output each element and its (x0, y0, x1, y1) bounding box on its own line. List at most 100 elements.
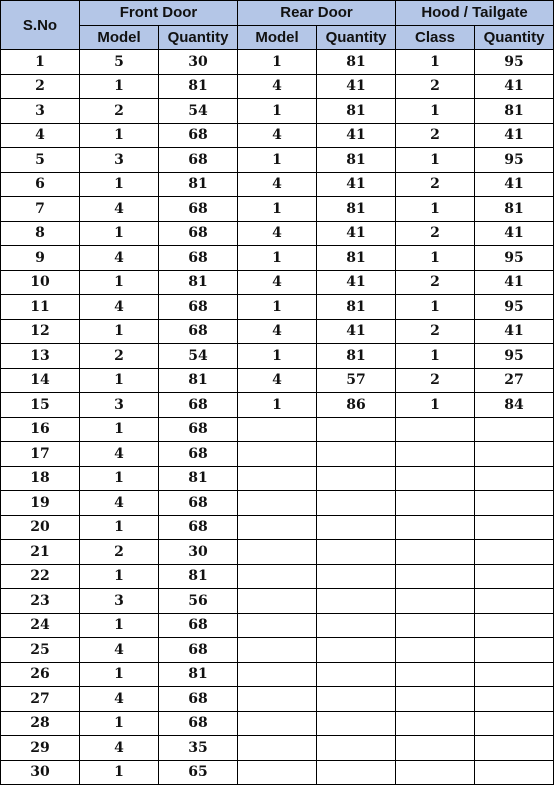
cell-rear-model: 1 (237, 49, 318, 75)
cell-hood-quantity (474, 686, 555, 712)
cell-hood-class (395, 612, 476, 638)
cell-hood-quantity: 81 (474, 196, 555, 222)
table-row: 10 1 81 4 41 2 41 (0, 269, 555, 295)
cell-rear-model: 4 (237, 73, 318, 99)
cell-front-quantity: 81 (157, 563, 239, 589)
cell-hood-class: 1 (395, 343, 476, 369)
cell-hood-quantity: 95 (474, 294, 555, 320)
cell-front-model: 1 (79, 416, 159, 442)
cell-hood-class: 2 (395, 171, 476, 197)
cell-sno: 14 (0, 367, 80, 393)
cell-sno: 25 (0, 637, 80, 663)
cell-rear-quantity (316, 637, 397, 663)
table-row: 20 1 68 (0, 514, 555, 540)
cell-sno: 19 (0, 490, 80, 516)
cell-front-quantity: 68 (157, 490, 239, 516)
cell-front-model: 1 (79, 759, 159, 785)
cell-front-model: 4 (79, 686, 159, 712)
table-row: 29 4 35 (0, 735, 555, 761)
cell-rear-quantity: 41 (316, 122, 397, 148)
header-row-groups: S.No Front Door Rear Door Hood / Tailgat… (0, 0, 555, 50)
cell-hood-class: 1 (395, 294, 476, 320)
table-row: 23 3 56 (0, 588, 555, 614)
cell-rear-quantity: 41 (316, 269, 397, 295)
cell-hood-quantity (474, 465, 555, 491)
cell-hood-class (395, 759, 476, 785)
cell-rear-quantity: 41 (316, 73, 397, 99)
cell-hood-quantity (474, 490, 555, 516)
cell-hood-quantity (474, 661, 555, 687)
cell-rear-model: 4 (237, 269, 318, 295)
table-row: 18 1 81 (0, 465, 555, 491)
cell-rear-model: 1 (237, 294, 318, 320)
cell-rear-quantity: 81 (316, 343, 397, 369)
cell-rear-model: 4 (237, 318, 318, 344)
cell-sno: 11 (0, 294, 80, 320)
cell-rear-model: 1 (237, 343, 318, 369)
cell-front-model: 1 (79, 465, 159, 491)
cell-sno: 2 (0, 73, 80, 99)
cell-sno: 1 (0, 49, 80, 75)
cell-sno: 16 (0, 416, 80, 442)
header-rear-quantity: Quantity (316, 24, 397, 50)
cell-hood-class: 2 (395, 73, 476, 99)
cell-hood-class: 2 (395, 367, 476, 393)
cell-rear-quantity: 81 (316, 196, 397, 222)
cell-front-quantity: 68 (157, 245, 239, 271)
cell-hood-class (395, 441, 476, 467)
cell-rear-model (237, 588, 318, 614)
table-row: 1 5 30 1 81 1 95 (0, 49, 555, 75)
cell-front-quantity: 30 (157, 539, 239, 565)
header-row-sub: Model Quantity Model Quantity Class Quan… (1, 24, 555, 50)
cell-front-model: 1 (79, 318, 159, 344)
cell-front-model: 1 (79, 367, 159, 393)
cell-rear-model: 1 (237, 98, 318, 124)
table-row: 26 1 81 (0, 661, 555, 687)
cell-front-model: 3 (79, 147, 159, 173)
cell-sno: 17 (0, 441, 80, 467)
cell-hood-class (395, 735, 476, 761)
cell-front-model: 4 (79, 245, 159, 271)
cell-rear-model (237, 563, 318, 589)
cell-front-model: 1 (79, 710, 159, 736)
cell-front-model: 3 (79, 588, 159, 614)
cell-rear-model (237, 735, 318, 761)
cell-hood-class (395, 563, 476, 589)
cell-front-quantity: 68 (157, 710, 239, 736)
cell-rear-quantity (316, 539, 397, 565)
cell-rear-model: 4 (237, 122, 318, 148)
cell-rear-quantity (316, 686, 397, 712)
cell-hood-quantity: 95 (474, 343, 555, 369)
cell-front-model: 1 (79, 220, 159, 246)
cell-rear-model (237, 612, 318, 638)
header-sno: S.No (0, 0, 80, 50)
cell-front-quantity: 68 (157, 416, 239, 442)
cell-front-model: 1 (79, 612, 159, 638)
table-row: 22 1 81 (0, 563, 555, 589)
cell-front-quantity: 81 (157, 171, 239, 197)
cell-hood-class (395, 465, 476, 491)
cell-rear-model (237, 539, 318, 565)
cell-hood-class: 2 (395, 318, 476, 344)
cell-sno: 13 (0, 343, 80, 369)
cell-rear-model: 1 (237, 196, 318, 222)
cell-hood-class (395, 416, 476, 442)
header-rear-model: Model (237, 24, 318, 50)
cell-sno: 22 (0, 563, 80, 589)
cell-hood-class (395, 661, 476, 687)
cell-sno: 15 (0, 392, 80, 418)
cell-hood-quantity: 41 (474, 171, 555, 197)
cell-hood-quantity (474, 588, 555, 614)
cell-hood-quantity: 41 (474, 220, 555, 246)
cell-rear-quantity: 81 (316, 245, 397, 271)
cell-front-quantity: 68 (157, 637, 239, 663)
header-hood-tailgate: Hood / Tailgate (395, 0, 555, 26)
cell-hood-class: 1 (395, 196, 476, 222)
cell-front-quantity: 68 (157, 514, 239, 540)
cell-front-model: 4 (79, 441, 159, 467)
cell-hood-class: 1 (395, 49, 476, 75)
cell-rear-model (237, 416, 318, 442)
cell-hood-quantity: 84 (474, 392, 555, 418)
cell-front-quantity: 81 (157, 73, 239, 99)
cell-hood-quantity: 41 (474, 318, 555, 344)
